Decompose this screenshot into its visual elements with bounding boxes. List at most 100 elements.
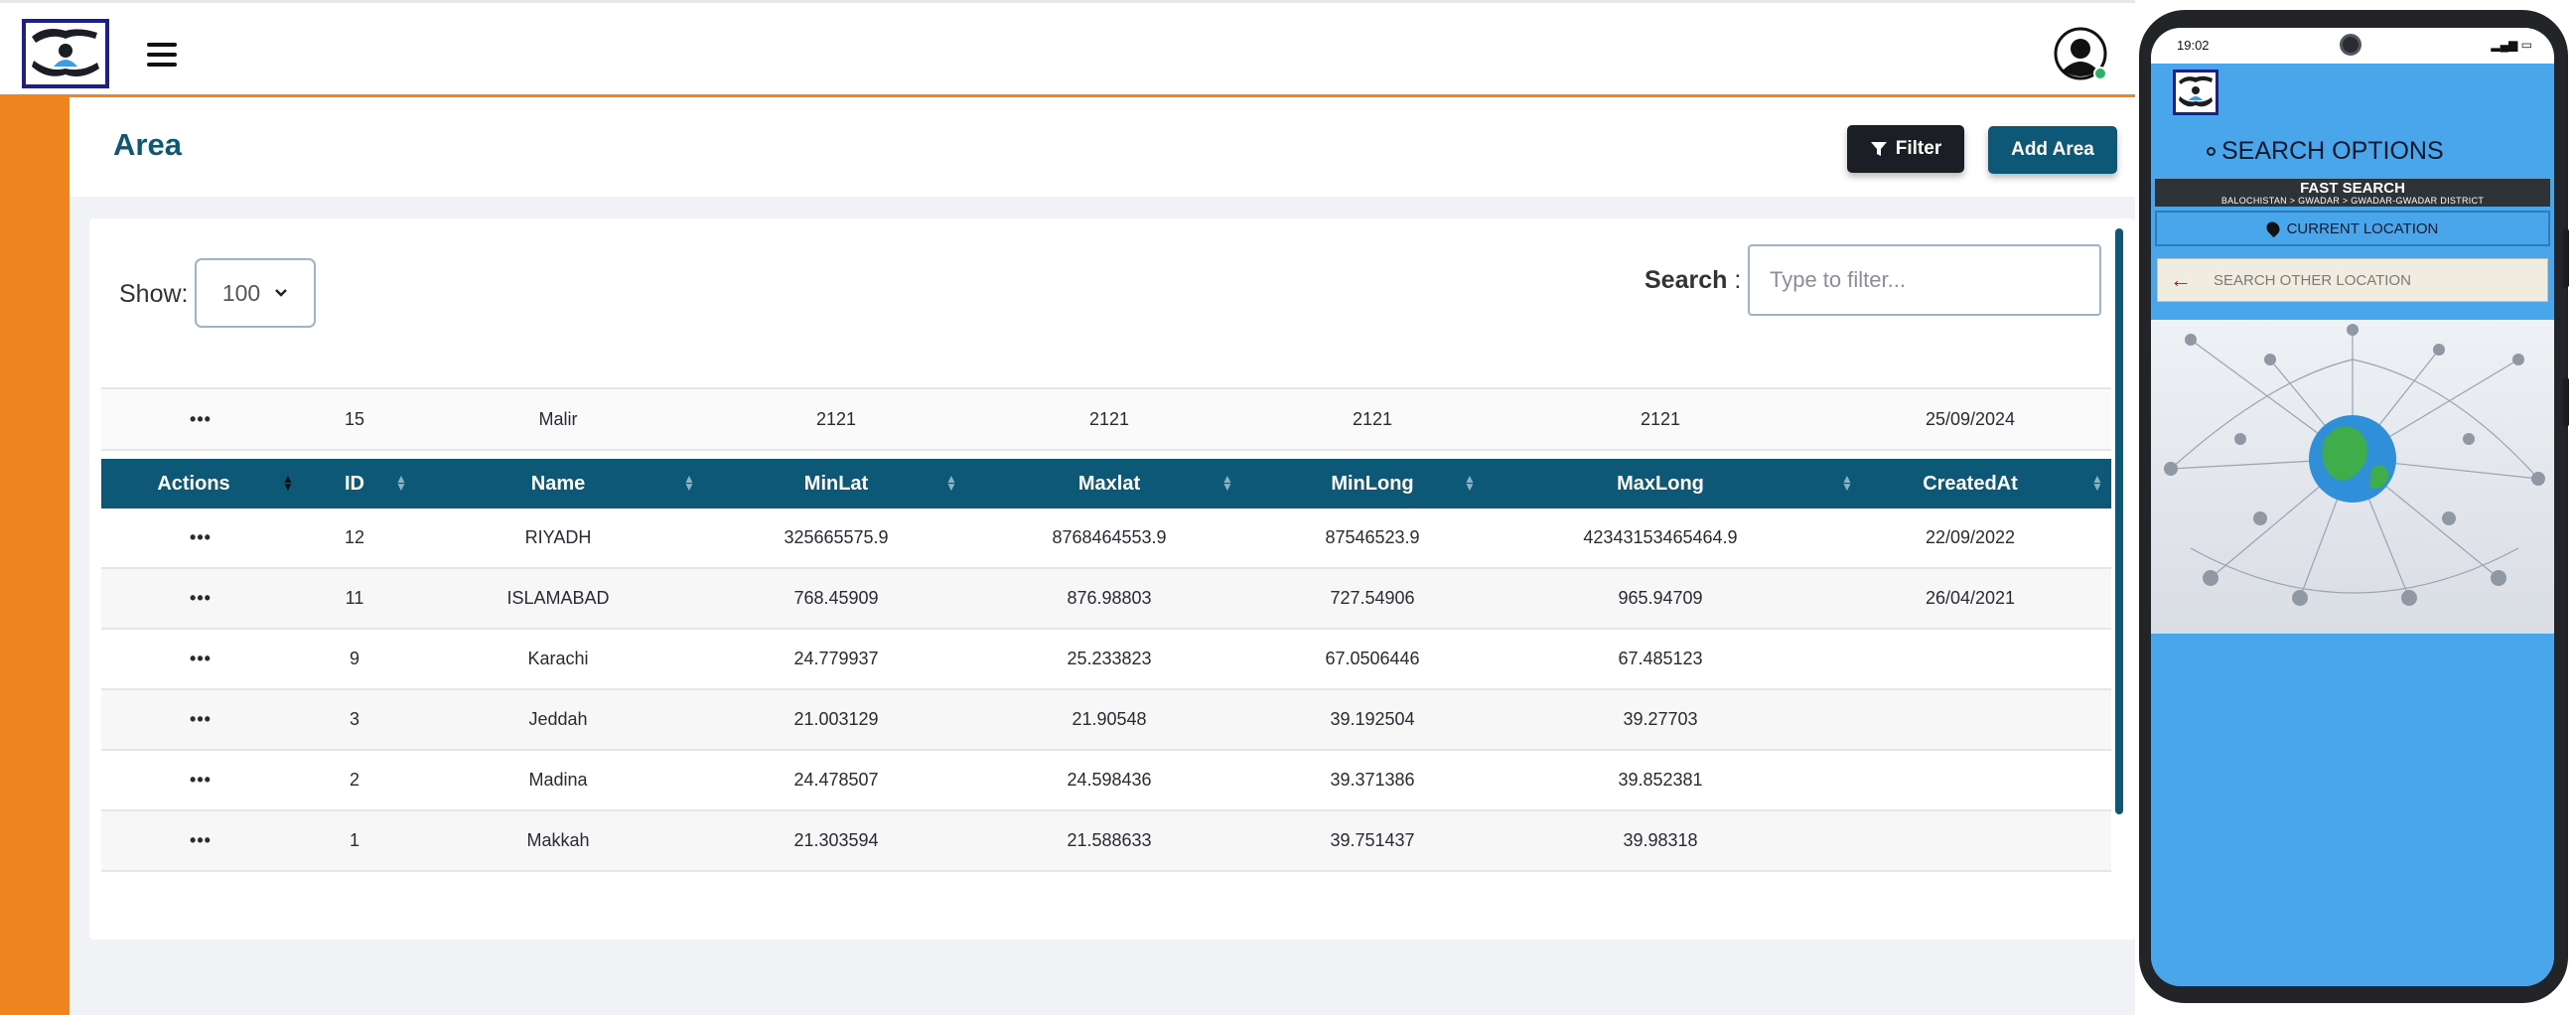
cell-minlat: 21.303594 xyxy=(793,830,879,850)
current-location-button[interactable]: CURRENT LOCATION xyxy=(2155,211,2550,246)
cell-minlong: 39.751437 xyxy=(1330,830,1415,850)
cell-maxlat: 24.598436 xyxy=(1067,770,1152,790)
globe-network-image xyxy=(2151,320,2554,634)
cell-maxlong: 39.852381 xyxy=(1618,770,1703,790)
cell-name: RIYADH xyxy=(524,527,592,547)
other-location-input[interactable]: ← SEARCH OTHER LOCATION xyxy=(2157,258,2548,302)
col-header-maxlong[interactable]: MaxLong xyxy=(1492,459,1829,508)
cell-maxlat: 21.588633 xyxy=(1067,830,1152,850)
other-location-placeholder: SEARCH OTHER LOCATION xyxy=(2214,271,2411,289)
cell-id: 9 xyxy=(349,649,359,668)
fast-search-path: BALOCHISTAN > GWADAR > GWADAR-GWADAR DIS… xyxy=(2220,196,2485,206)
sort-icon[interactable]: ▲ ▼ xyxy=(1221,473,1233,493)
filter-id[interactable]: 15 xyxy=(300,389,409,449)
col-header-maxlat[interactable]: Maxlat xyxy=(965,459,1253,508)
search-input[interactable] xyxy=(1748,244,2101,316)
row-actions-icon[interactable]: ••• xyxy=(101,690,300,749)
row-actions-icon[interactable]: ••• xyxy=(101,630,300,688)
cell-name: Karachi xyxy=(527,649,589,668)
table-row[interactable]: ••• 1 Makkah 21.303594 21.588633 39.751437 39.… xyxy=(101,811,2111,872)
cell-maxlong: 39.98318 xyxy=(1623,830,1698,850)
app-logo[interactable] xyxy=(22,19,109,88)
cell-id: 3 xyxy=(349,709,359,729)
page-size-value: 100 xyxy=(221,279,261,306)
sort-icon[interactable]: ▲ ▼ xyxy=(945,473,957,493)
phone-volume-button xyxy=(2563,228,2569,288)
table-card: Show: 100 Search : ••• 15 Malir 2121 212… xyxy=(89,218,2135,940)
row-actions-icon[interactable]: ••• xyxy=(101,508,300,567)
arrow-left-icon[interactable]: ← xyxy=(2170,267,2192,293)
cell-minlong: 87546523.9 xyxy=(1325,527,1420,547)
row-actions-icon[interactable]: ••• xyxy=(101,811,300,870)
fast-search-box[interactable]: FAST SEARCH BALOCHISTAN > GWADAR > GWADA… xyxy=(2155,179,2550,207)
sort-icon[interactable]: ▲ ▼ xyxy=(282,473,294,493)
col-header-actions[interactable]: Actions xyxy=(101,459,286,508)
row-actions-icon[interactable]: ••• xyxy=(101,751,300,809)
filter-button[interactable]: Filter xyxy=(1847,125,1964,173)
table-row[interactable]: ••• 3 Jeddah 21.003129 21.90548 39.192504 39.2… xyxy=(101,690,2111,751)
cell-minlong: 727.54906 xyxy=(1330,588,1415,608)
cell-name: Makkah xyxy=(526,830,590,850)
phone-power-button xyxy=(2563,377,2569,427)
cell-name: Jeddah xyxy=(528,709,588,729)
cell-id: 2 xyxy=(349,770,359,790)
cell-minlat: 325665575.9 xyxy=(784,527,889,547)
online-status-dot xyxy=(2093,67,2107,80)
col-header-minlat[interactable]: MinLat xyxy=(707,459,965,508)
filter-minlat[interactable]: 2121 xyxy=(707,389,965,449)
cell-minlat: 24.779937 xyxy=(793,649,879,668)
cell-minlat: 768.45909 xyxy=(793,588,879,608)
col-header-name[interactable]: Name xyxy=(409,459,707,508)
cell-createdat xyxy=(1829,630,2111,688)
cell-createdat: 26/04/2021 xyxy=(1925,588,2016,608)
filter-icon xyxy=(1870,142,1887,156)
location-pin-icon xyxy=(2263,218,2282,238)
search-options-title: SEARCH OPTIONS xyxy=(2207,137,2444,166)
table-row[interactable]: ••• 11 ISLAMABAD 768.45909 876.98803 727.5490… xyxy=(101,569,2111,630)
cell-minlat: 24.478507 xyxy=(793,770,879,790)
filter-maxlong[interactable]: 2121 xyxy=(1492,389,1829,449)
cell-createdat xyxy=(1829,690,2111,749)
camera-icon xyxy=(2340,34,2361,56)
fast-search-title: FAST SEARCH xyxy=(2300,180,2405,197)
phone-app-logo[interactable] xyxy=(2173,70,2218,115)
cell-minlong: 39.371386 xyxy=(1330,770,1415,790)
filter-row: ••• 15 Malir 2121 2121 2121 2121 25/09/2… xyxy=(101,387,2111,451)
cell-minlong: 39.192504 xyxy=(1330,709,1415,729)
filter-minlong[interactable]: 2121 xyxy=(1253,389,1492,449)
col-header-id[interactable]: ID xyxy=(300,459,409,508)
table-row[interactable]: ••• 12 RIYADH 325665575.9 8768464553.9 875465… xyxy=(101,508,2111,569)
cell-maxlong: 67.485123 xyxy=(1618,649,1703,668)
filter-createdat[interactable]: 25/09/2024 xyxy=(1829,389,2111,449)
app-root: Area Filter Add Area Show: 100 Search : … xyxy=(0,0,2576,1015)
page-size-select[interactable]: 100 xyxy=(195,258,316,328)
filter-actions-icon[interactable]: ••• xyxy=(101,389,300,449)
cell-id: 1 xyxy=(349,830,359,850)
filter-maxlat[interactable]: 2121 xyxy=(965,389,1253,449)
globe-network-icon xyxy=(2164,324,2545,606)
row-actions-icon[interactable]: ••• xyxy=(101,569,300,628)
col-header-createdat[interactable]: CreatedAt xyxy=(1829,459,2111,508)
table-header-row: Actions ▲ ▼ ID ▲ ▼ Name ▲ ▼ MinLat ▲ ▼ Maxla… xyxy=(101,459,2111,508)
cell-maxlong: 965.94709 xyxy=(1618,588,1703,608)
table-scrollbar[interactable] xyxy=(2115,228,2123,814)
sort-icon[interactable]: ▲ ▼ xyxy=(395,473,407,493)
filter-button-label: Filter xyxy=(1895,138,1942,159)
logo-hands-icon xyxy=(32,29,99,76)
filter-name[interactable]: Malir xyxy=(409,389,707,449)
sort-icon[interactable]: ▲ ▼ xyxy=(683,473,695,493)
cell-maxlong: 42343153465464.9 xyxy=(1583,527,1738,547)
table-body: ••• 12 RIYADH 325665575.9 8768464553.9 875465… xyxy=(101,508,2111,872)
sort-icon[interactable]: ▲ ▼ xyxy=(1464,473,1476,493)
search-label: Search : xyxy=(1645,266,1742,294)
cell-createdat xyxy=(1829,811,2111,870)
hamburger-icon[interactable] xyxy=(147,43,177,69)
sort-icon[interactable]: ▲ ▼ xyxy=(2091,473,2103,493)
radio-bullet-icon xyxy=(2207,147,2216,156)
add-area-button[interactable]: Add Area xyxy=(1988,126,2117,174)
table-row[interactable]: ••• 9 Karachi 24.779937 25.233823 67.0506446 6… xyxy=(101,630,2111,690)
show-label: Show: xyxy=(119,280,189,308)
col-header-minlong[interactable]: MinLong xyxy=(1253,459,1492,508)
cell-maxlat: 21.90548 xyxy=(1072,709,1147,729)
table-row[interactable]: ••• 2 Madina 24.478507 24.598436 39.371386 39.… xyxy=(101,751,2111,811)
